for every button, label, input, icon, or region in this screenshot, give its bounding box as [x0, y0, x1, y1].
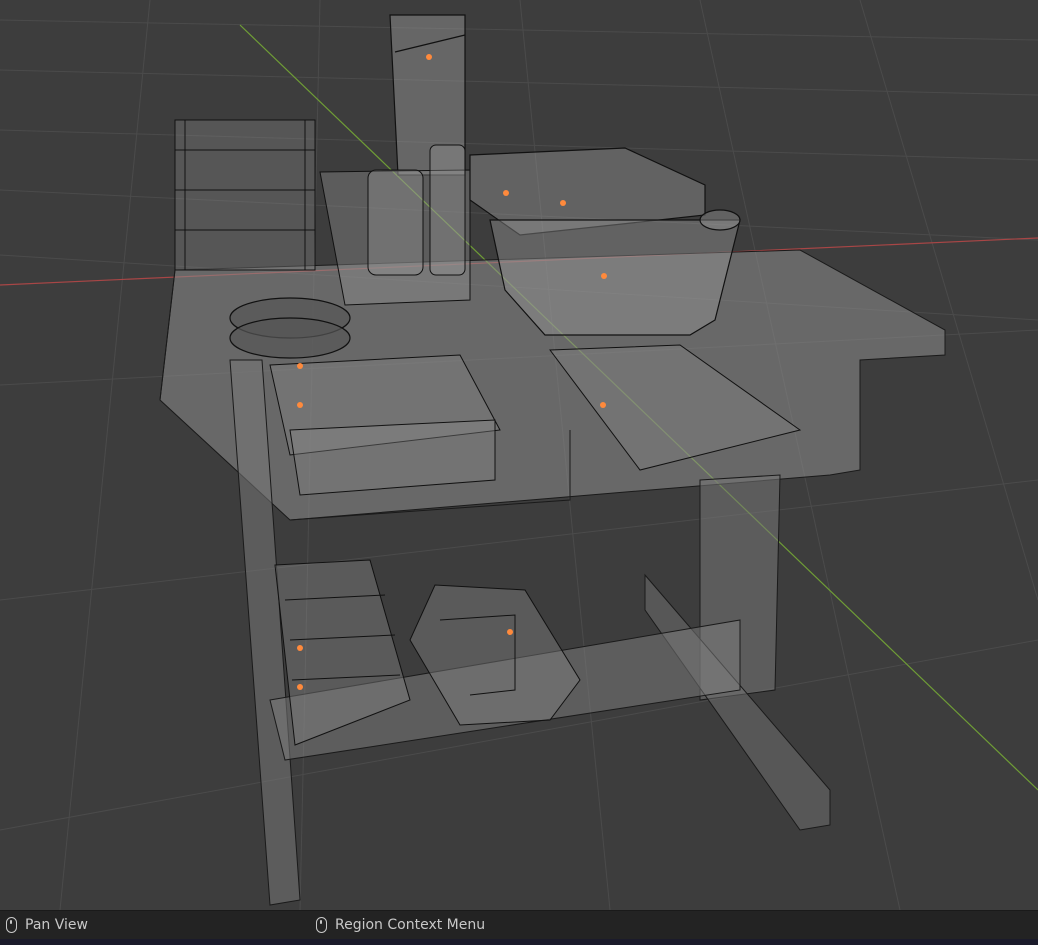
mouse-left-icon [6, 917, 17, 933]
status-hint-label: Region Context Menu [335, 917, 486, 933]
status-hint-context: Region Context Menu [316, 911, 485, 939]
stacked-containers-left[interactable] [174, 119, 316, 271]
3d-viewport[interactable] [0, 0, 1038, 910]
status-bar: Pan View Region Context Menu [0, 910, 1038, 945]
status-hint-pan: Pan View [6, 911, 88, 939]
round-basket[interactable] [229, 297, 351, 359]
mouse-right-icon [316, 917, 327, 933]
status-bottom-strip [0, 939, 1038, 945]
glass-box-with-bottles[interactable] [319, 144, 471, 306]
scene-canvas[interactable] [0, 0, 1038, 910]
status-hint-label: Pan View [25, 917, 88, 933]
